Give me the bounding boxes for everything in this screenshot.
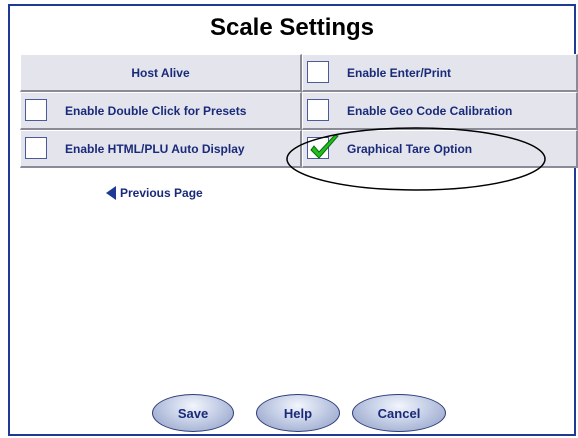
enable-geo-code-label: Enable Geo Code Calibration <box>347 103 513 118</box>
previous-page-link[interactable]: Previous Page <box>106 186 203 200</box>
save-label: Save <box>177 405 209 421</box>
enable-double-click-label: Enable Double Click for Presets <box>65 103 247 118</box>
left-arrow-icon <box>106 186 116 200</box>
enable-html-plu-checkbox[interactable] <box>25 137 47 159</box>
graphical-tare-label: Graphical Tare Option <box>347 141 473 156</box>
enable-html-plu-label: Enable HTML/PLU Auto Display <box>65 141 245 156</box>
cancel-label: Cancel <box>377 405 421 421</box>
enable-double-click-checkbox[interactable] <box>25 99 47 121</box>
settings-window: Scale Settings Host Alive Enable Enter/P… <box>8 4 578 436</box>
enable-enter-print-label: Enable Enter/Print <box>347 65 452 80</box>
graphical-tare-option[interactable]: Graphical Tare Option <box>302 130 578 168</box>
enable-enter-print-option[interactable]: Enable Enter/Print <box>302 54 578 92</box>
enable-html-plu-option[interactable]: Enable HTML/PLU Auto Display <box>20 130 302 168</box>
host-alive-label: Host Alive <box>131 65 190 80</box>
host-alive-button[interactable]: Host Alive <box>20 54 302 92</box>
checkmark-icon <box>310 134 339 159</box>
help-label: Help <box>283 405 313 421</box>
enable-enter-print-checkbox[interactable] <box>307 61 329 83</box>
cancel-button[interactable]: Cancel <box>352 394 446 432</box>
graphical-tare-checkbox[interactable] <box>307 134 339 159</box>
enable-geo-code-option[interactable]: Enable Geo Code Calibration <box>302 92 578 130</box>
enable-double-click-option[interactable]: Enable Double Click for Presets <box>20 92 302 130</box>
save-button[interactable]: Save <box>152 394 234 432</box>
enable-geo-code-checkbox[interactable] <box>307 99 329 121</box>
previous-page-label: Previous Page <box>120 186 203 200</box>
help-button[interactable]: Help <box>256 394 340 432</box>
page-title: Scale Settings <box>209 14 375 41</box>
